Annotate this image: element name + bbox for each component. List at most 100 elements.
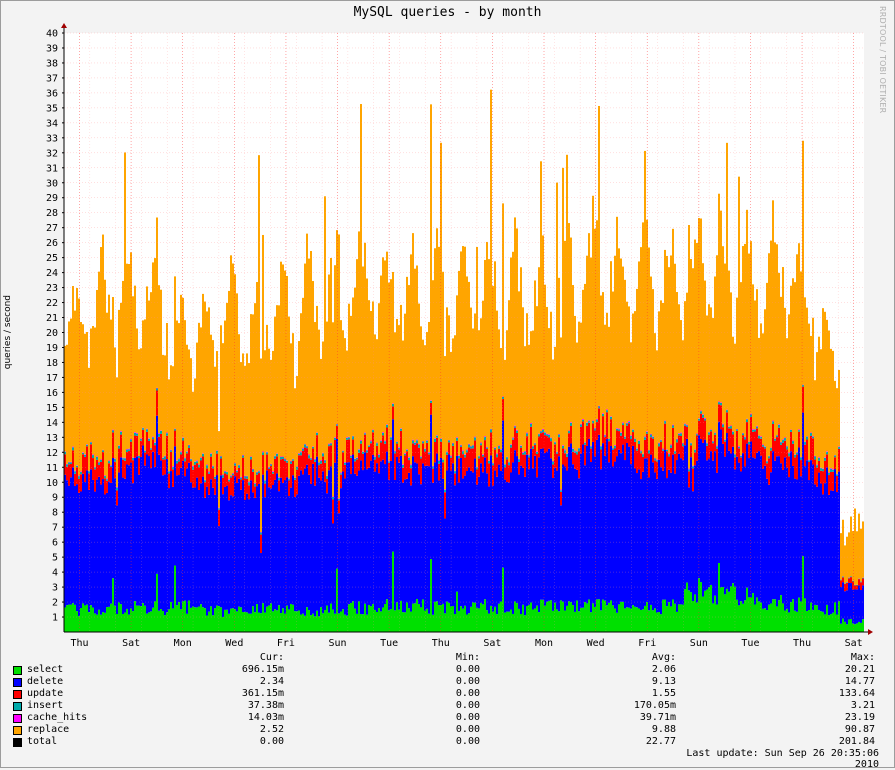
legend-swatch xyxy=(13,702,22,711)
replace-area-slice xyxy=(444,356,446,489)
select-area-slice xyxy=(134,601,136,632)
update-area-slice xyxy=(836,476,838,492)
insert-area-slice xyxy=(208,472,210,474)
cache_hits-area-slice xyxy=(180,451,182,452)
replace-area-slice xyxy=(116,377,118,487)
cache_hits-area-slice xyxy=(400,428,402,429)
delete-area-slice xyxy=(248,499,250,613)
replace-area-slice xyxy=(464,247,466,455)
replace-area-slice xyxy=(84,334,86,455)
insert-area-slice xyxy=(290,461,292,463)
insert-area-slice xyxy=(288,479,290,480)
insert-area-slice xyxy=(498,446,500,449)
delete-area-slice xyxy=(398,463,400,610)
update-area-slice xyxy=(430,403,432,415)
select-area-slice xyxy=(768,605,770,632)
cache_hits-area-slice xyxy=(384,441,386,442)
insert-area-slice xyxy=(86,445,88,447)
delete-area-slice xyxy=(444,519,446,614)
insert-area-slice xyxy=(654,459,656,461)
select-area-slice xyxy=(386,599,388,632)
insert-area-slice xyxy=(568,431,570,433)
update-area-slice xyxy=(638,444,640,469)
cache_hits-area-slice xyxy=(146,429,148,430)
delete-area-slice xyxy=(682,460,684,604)
select-area-slice xyxy=(736,600,738,632)
cache_hits-area-slice xyxy=(700,411,702,412)
replace-area-slice xyxy=(360,104,362,440)
cache_hits-area-slice xyxy=(258,471,260,472)
update-area-slice xyxy=(212,468,214,487)
select-area-slice xyxy=(500,602,502,632)
replace-area-slice xyxy=(534,280,536,442)
cache_hits-area-slice xyxy=(280,456,282,457)
delete-area-slice xyxy=(266,470,268,606)
delete-area-slice xyxy=(722,444,724,587)
select-area-slice xyxy=(694,594,696,632)
delete-area-slice xyxy=(242,480,244,612)
update-area-slice xyxy=(606,412,608,439)
delete-area-slice xyxy=(190,482,192,608)
insert-area-slice xyxy=(362,452,364,454)
replace-area-slice xyxy=(322,341,324,452)
update-area-slice xyxy=(458,458,460,482)
delete-area-slice xyxy=(86,470,88,604)
select-area-slice xyxy=(366,615,368,632)
insert-area-slice xyxy=(764,447,766,449)
cache_hits-area-slice xyxy=(704,418,706,419)
update-area-slice xyxy=(618,431,620,450)
replace-area-slice xyxy=(766,283,768,461)
insert-area-slice xyxy=(424,449,426,452)
replace-area-slice xyxy=(764,309,766,446)
update-area-slice xyxy=(92,458,94,480)
replace-area-slice xyxy=(848,532,850,577)
legend-min: 0.00 xyxy=(400,688,480,699)
legend-series-name: cache_hits xyxy=(27,712,87,723)
select-area-slice xyxy=(204,608,206,632)
replace-area-slice xyxy=(720,211,722,403)
replace-area-slice xyxy=(860,529,862,582)
delete-area-slice xyxy=(176,475,178,605)
insert-area-slice xyxy=(276,454,278,457)
cache_hits-area-slice xyxy=(132,457,134,458)
replace-area-slice xyxy=(504,360,506,464)
update-area-slice xyxy=(102,452,104,479)
delete-area-slice xyxy=(738,463,740,606)
select-area-slice xyxy=(188,600,190,632)
replace-area-slice xyxy=(378,303,380,454)
replace-area-slice xyxy=(272,351,274,471)
replace-area-slice xyxy=(570,238,572,423)
update-area-slice xyxy=(358,453,360,471)
replace-area-slice xyxy=(568,223,570,430)
update-area-slice xyxy=(622,425,624,445)
replace-area-slice xyxy=(716,255,718,445)
replace-area-slice xyxy=(756,289,758,426)
replace-area-slice xyxy=(344,338,346,462)
update-area-slice xyxy=(800,460,802,476)
update-area-slice xyxy=(312,448,314,463)
delete-area-slice xyxy=(790,451,792,602)
update-area-slice xyxy=(138,458,140,475)
cache_hits-area-slice xyxy=(498,445,500,446)
update-area-slice xyxy=(380,443,382,462)
cache_hits-area-slice xyxy=(270,464,272,465)
legend-cur: 696.15m xyxy=(204,664,284,675)
insert-area-slice xyxy=(636,449,638,451)
select-area-slice xyxy=(602,600,604,632)
replace-area-slice xyxy=(210,335,212,453)
update-area-slice xyxy=(762,447,764,469)
insert-area-slice xyxy=(200,458,202,460)
replace-area-slice xyxy=(400,305,402,428)
y-tick-label: 25 xyxy=(46,253,58,264)
replace-area-slice xyxy=(90,329,92,443)
replace-area-slice xyxy=(758,338,760,435)
insert-area-slice xyxy=(676,439,678,442)
update-area-slice xyxy=(654,460,656,472)
update-area-slice xyxy=(184,461,186,476)
select-area-slice xyxy=(306,607,308,632)
replace-area-slice xyxy=(830,349,832,468)
update-area-slice xyxy=(378,457,380,473)
cache_hits-area-slice xyxy=(458,455,460,456)
select-area-slice xyxy=(648,610,650,632)
replace-area-slice xyxy=(226,303,228,472)
